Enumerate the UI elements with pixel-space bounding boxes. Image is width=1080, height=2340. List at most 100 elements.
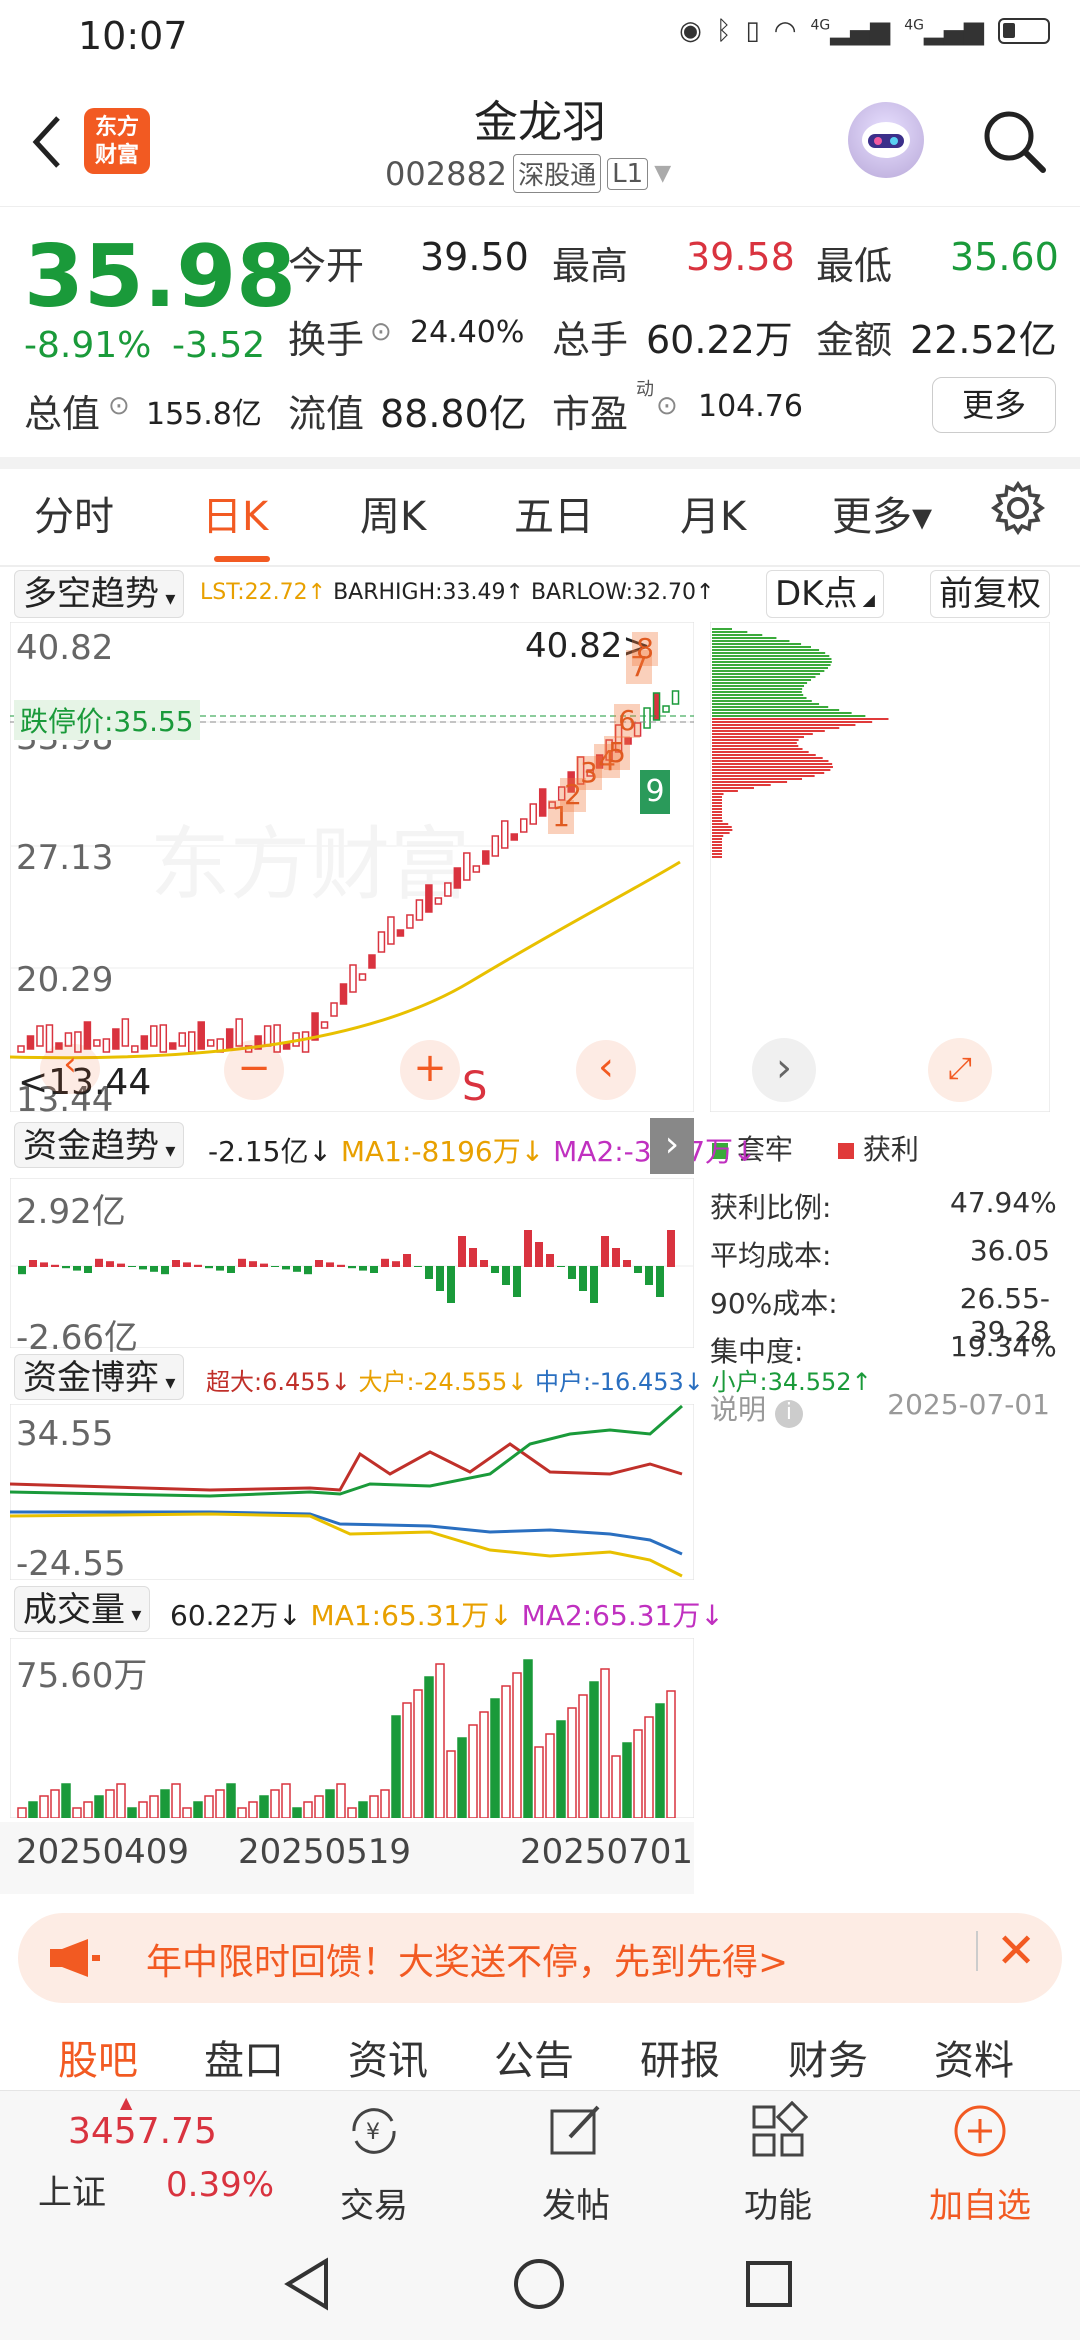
volume-bar xyxy=(259,1795,269,1818)
volume-bar xyxy=(545,1733,555,1818)
zoom-in-icon[interactable]: + xyxy=(400,1040,460,1100)
volume-bar xyxy=(457,1737,467,1818)
tab-profile[interactable]: 资料 xyxy=(934,2028,1014,2086)
volume-bar xyxy=(138,1801,148,1818)
fund-game-select[interactable]: 资金博弈 ▾ xyxy=(14,1354,185,1400)
nav-home-icon[interactable] xyxy=(512,2257,566,2311)
tab-research[interactable]: 研报 xyxy=(640,2028,720,2086)
candle xyxy=(93,1039,101,1047)
index-value[interactable]: 3457.75 xyxy=(68,2111,217,2152)
assistant-avatar[interactable] xyxy=(848,102,924,178)
tab-more[interactable]: 更多▾ xyxy=(832,484,932,542)
promo-banner[interactable]: 年中限时回馈！大奖送不停，先到先得> ✕ xyxy=(18,1913,1062,2003)
fund-bar xyxy=(502,1266,510,1285)
divider xyxy=(0,565,1080,567)
quote-value: 22.52亿 xyxy=(910,318,1057,362)
volume-bar xyxy=(468,1724,478,1818)
fund-bar xyxy=(634,1266,642,1273)
volume-select[interactable]: 成交量 ▾ xyxy=(14,1586,151,1632)
bluetooth-icon: ᛒ xyxy=(715,16,732,46)
add-watchlist-button[interactable]: 加自选 xyxy=(910,2101,1050,2227)
fund-bar xyxy=(381,1258,389,1267)
tab-minute[interactable]: 分时 xyxy=(34,484,114,542)
candle xyxy=(415,899,424,921)
edit-icon xyxy=(550,2105,600,2155)
stock-code-row[interactable]: 002882 深股通 L1 ▼ xyxy=(385,154,671,193)
stock-code: 002882 xyxy=(385,154,508,193)
fund-bar xyxy=(315,1260,323,1267)
index-percent: 0.39% xyxy=(166,2165,275,2205)
svg-text:¥: ¥ xyxy=(366,2120,380,2145)
chip-bar xyxy=(712,694,804,696)
pe-superscript: 动 xyxy=(636,379,654,400)
fund-bar xyxy=(392,1261,400,1267)
fund-bar xyxy=(282,1266,290,1270)
dk-point-button[interactable]: DK点 ◢ xyxy=(766,570,884,618)
tab-five-day[interactable]: 五日 xyxy=(514,484,594,542)
candle xyxy=(301,1031,310,1053)
info-icon[interactable]: ⊙ xyxy=(370,317,392,347)
fund-bar xyxy=(139,1266,147,1270)
fund-bar xyxy=(557,1266,565,1267)
quote-value: 35.60 xyxy=(950,235,1059,279)
chip-bar xyxy=(712,739,799,741)
kline-indicator-select[interactable]: 多空趋势 ▾ xyxy=(14,570,185,618)
volume-bar xyxy=(578,1694,588,1818)
info-icon[interactable]: ⊙ xyxy=(108,391,130,421)
volume-bar xyxy=(336,1783,346,1818)
date-label: 20250701 xyxy=(520,1832,694,1872)
nav-back-icon[interactable] xyxy=(282,2257,332,2311)
tab-finance[interactable]: 财务 xyxy=(788,2028,868,2086)
expand-icon[interactable]: ⤢ xyxy=(928,1038,992,1102)
close-icon[interactable]: ✕ xyxy=(996,1923,1036,1979)
fund-trend-select[interactable]: 资金趋势 ▾ xyxy=(14,1122,185,1168)
tab-announcement[interactable]: 公告 xyxy=(494,2028,574,2086)
fund-bar xyxy=(359,1266,367,1271)
fund-bar xyxy=(469,1248,477,1267)
functions-button[interactable]: 功能 xyxy=(708,2100,848,2227)
volume-bar xyxy=(226,1783,236,1818)
chip-bar xyxy=(712,778,803,780)
nav-recents-icon[interactable] xyxy=(744,2259,794,2309)
volume-bar xyxy=(50,1789,60,1818)
plus-circle-icon xyxy=(954,2105,1006,2157)
trade-button[interactable]: ¥ 交易 xyxy=(304,2101,444,2227)
post-button[interactable]: 发帖 xyxy=(506,2101,646,2227)
quote-label: 市盈 xyxy=(552,392,629,436)
chevron-right-icon[interactable]: › xyxy=(752,1038,816,1102)
fund-bar xyxy=(667,1230,675,1267)
chevron-left-icon[interactable]: ‹ xyxy=(40,1044,100,1094)
search-icon[interactable] xyxy=(975,102,1051,178)
tab-monthly-k[interactable]: 月K xyxy=(680,484,746,542)
info-icon[interactable]: ⊙ xyxy=(656,391,678,421)
index-name[interactable]: 上证 xyxy=(38,2165,106,2214)
tab-news[interactable]: 资讯 xyxy=(348,2028,428,2086)
chevron-left-icon[interactable]: ‹ xyxy=(576,1040,636,1100)
volume-bar xyxy=(204,1795,214,1818)
more-button[interactable]: 更多 xyxy=(932,377,1056,433)
chip-bar xyxy=(712,745,799,747)
add-watchlist-label: 加自选 xyxy=(929,2186,1031,2226)
volume-bar xyxy=(567,1707,577,1818)
kline-legend: LST:22.72↑ BARHIGH:33.49↑ BARLOW:32.70↑ xyxy=(200,580,714,605)
volume-bar xyxy=(402,1702,412,1818)
legend-super: 超大:6.455↓ xyxy=(206,1368,351,1396)
chevron-right-icon[interactable]: › xyxy=(650,1118,694,1174)
fund-bar xyxy=(623,1260,631,1267)
adjust-button[interactable]: 前复权 xyxy=(930,570,1050,618)
chip-bar xyxy=(712,775,815,777)
tab-pankou[interactable]: 盘口 xyxy=(204,2028,284,2086)
gear-icon[interactable] xyxy=(990,480,1046,536)
zoom-out-icon[interactable]: − xyxy=(224,1040,284,1100)
fund-bar xyxy=(227,1266,235,1273)
tab-daily-k[interactable]: 日K xyxy=(202,484,268,542)
chip-bar xyxy=(712,631,748,633)
volume-bar xyxy=(171,1783,181,1818)
volume-bar xyxy=(160,1789,170,1818)
candle xyxy=(463,852,471,881)
tab-guba[interactable]: 股吧 xyxy=(58,2028,138,2086)
volume-bar xyxy=(149,1795,159,1818)
volume-bar xyxy=(479,1711,489,1818)
tab-weekly-k[interactable]: 周K xyxy=(360,484,426,542)
quote-panel: 35.98 -8.91% -3.52 今开 39.50 最高 39.58 最低 … xyxy=(0,207,1080,457)
